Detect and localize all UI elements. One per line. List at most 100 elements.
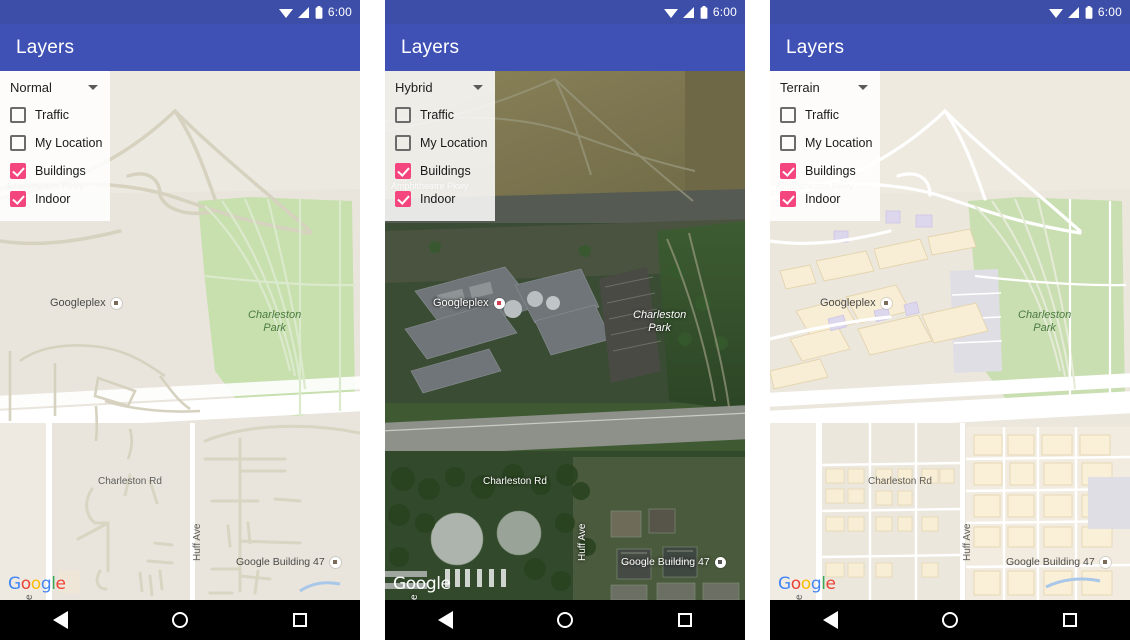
- status-bar-terrain: 6:00: [770, 0, 1130, 24]
- checkbox-indoor[interactable]: [780, 191, 796, 207]
- checkbox-label-my-location: My Location: [420, 136, 488, 150]
- android-nav-bar-hybrid[interactable]: [385, 600, 745, 640]
- app-bar-title-terrain: Layers: [786, 36, 845, 58]
- checkbox-indoor[interactable]: [395, 191, 411, 207]
- app-bar-normal: Layers: [0, 24, 360, 71]
- map-type-spinner-value: Terrain: [780, 80, 820, 95]
- layers-panel-hybrid[interactable]: Hybrid Traffic My Location Buildings Ind…: [385, 71, 495, 221]
- checkbox-traffic[interactable]: [780, 107, 796, 123]
- checkbox-label-my-location: My Location: [35, 136, 103, 150]
- checkbox-label-traffic: Traffic: [35, 108, 70, 122]
- chevron-down-icon: [88, 85, 98, 90]
- layers-panel-normal[interactable]: Normal Traffic My Location Buildings Ind…: [0, 71, 110, 221]
- checkbox-row-traffic[interactable]: Traffic: [770, 101, 880, 129]
- checkbox-label-traffic: Traffic: [805, 108, 840, 122]
- map-type-spinner-value: Normal: [10, 80, 52, 95]
- home-circle-icon: [942, 612, 958, 628]
- google-logo-letter-o2: o: [30, 574, 41, 594]
- status-bar-normal: 6:00: [0, 0, 360, 24]
- panel-gap-2: [745, 0, 770, 640]
- app-bar-hybrid: Layers: [385, 24, 745, 71]
- wifi-icon: [663, 7, 678, 18]
- google-logo-letter-o1: o: [20, 574, 31, 594]
- nav-home-button[interactable]: [150, 600, 210, 640]
- google-logo-letter-e: e: [55, 574, 66, 594]
- three-phone-screenshot-strip: Googleplex Charleston Park Charleston Rd…: [0, 0, 1130, 640]
- checkbox-my-location[interactable]: [10, 135, 26, 151]
- recents-square-icon: [293, 613, 307, 627]
- battery-icon: [315, 5, 323, 19]
- back-triangle-icon: [437, 611, 453, 629]
- checkbox-indoor[interactable]: [10, 191, 26, 207]
- checkbox-row-buildings[interactable]: Buildings: [385, 157, 495, 185]
- checkbox-row-traffic[interactable]: Traffic: [0, 101, 110, 129]
- status-bar-clock: 6:00: [712, 5, 737, 19]
- android-nav-bar-normal[interactable]: [0, 600, 360, 640]
- checkbox-row-buildings[interactable]: Buildings: [770, 157, 880, 185]
- status-bar-clock: 6:00: [327, 5, 352, 19]
- checkbox-my-location[interactable]: [780, 135, 796, 151]
- battery-icon: [700, 5, 708, 19]
- phone-panel-terrain: Googleplex Charleston Park Charleston Rd…: [770, 0, 1130, 640]
- google-logo-letter-g2: g: [810, 574, 822, 594]
- wifi-icon: [278, 7, 293, 18]
- android-nav-bar-terrain[interactable]: [770, 600, 1130, 640]
- checkbox-my-location[interactable]: [395, 135, 411, 151]
- checkbox-traffic[interactable]: [10, 107, 26, 123]
- checkbox-label-indoor: Indoor: [805, 192, 841, 206]
- checkbox-row-traffic[interactable]: Traffic: [385, 101, 495, 129]
- signal-icon: [297, 6, 310, 18]
- panel-gap-1: [360, 0, 385, 640]
- nav-recents-button[interactable]: [270, 600, 330, 640]
- recents-square-icon: [678, 613, 692, 627]
- home-circle-icon: [172, 612, 188, 628]
- map-type-spinner-hybrid[interactable]: Hybrid: [385, 77, 495, 101]
- checkbox-label-traffic: Traffic: [420, 108, 455, 122]
- chevron-down-icon: [473, 85, 483, 90]
- map-type-spinner-terrain[interactable]: Terrain: [770, 77, 880, 101]
- back-triangle-icon: [822, 611, 838, 629]
- checkbox-row-my-location[interactable]: My Location: [770, 129, 880, 157]
- nav-recents-button[interactable]: [1040, 600, 1100, 640]
- google-logo-letter-e: e: [825, 574, 836, 594]
- google-logo-letter-o1: o: [790, 574, 801, 594]
- status-bar-hybrid: 6:00: [385, 0, 745, 24]
- checkbox-row-indoor[interactable]: Indoor: [770, 185, 880, 213]
- signal-icon: [1067, 6, 1080, 18]
- checkbox-label-buildings: Buildings: [420, 164, 471, 178]
- checkbox-row-indoor[interactable]: Indoor: [385, 185, 495, 213]
- google-logo-normal[interactable]: Google: [8, 574, 66, 594]
- checkbox-buildings[interactable]: [780, 163, 796, 179]
- checkbox-traffic[interactable]: [395, 107, 411, 123]
- status-bar-clock: 6:00: [1097, 5, 1122, 19]
- checkbox-row-my-location[interactable]: My Location: [0, 129, 110, 157]
- google-logo-letter-o2: o: [800, 574, 811, 594]
- nav-home-button[interactable]: [920, 600, 980, 640]
- app-bar-terrain: Layers: [770, 24, 1130, 71]
- checkbox-buildings[interactable]: [10, 163, 26, 179]
- google-logo-terrain[interactable]: Google: [778, 574, 836, 594]
- checkbox-row-my-location[interactable]: My Location: [385, 129, 495, 157]
- google-logo-letter-g2: g: [425, 574, 437, 594]
- google-logo-hybrid[interactable]: Google: [393, 574, 451, 594]
- checkbox-label-indoor: Indoor: [35, 192, 71, 206]
- nav-back-button[interactable]: [415, 600, 475, 640]
- phone-panel-hybrid: Googleplex Charleston Park Charleston Rd…: [385, 0, 745, 640]
- google-logo-letter-g: G: [8, 574, 21, 594]
- checkbox-label-my-location: My Location: [805, 136, 873, 150]
- nav-back-button[interactable]: [30, 600, 90, 640]
- nav-back-button[interactable]: [800, 600, 860, 640]
- nav-home-button[interactable]: [535, 600, 595, 640]
- layers-panel-terrain[interactable]: Terrain Traffic My Location Buildings In…: [770, 71, 880, 221]
- app-bar-title-hybrid: Layers: [401, 36, 460, 58]
- checkbox-buildings[interactable]: [395, 163, 411, 179]
- checkbox-label-indoor: Indoor: [420, 192, 456, 206]
- app-bar-title-normal: Layers: [16, 36, 75, 58]
- map-type-spinner-normal[interactable]: Normal: [0, 77, 110, 101]
- checkbox-row-indoor[interactable]: Indoor: [0, 185, 110, 213]
- battery-icon: [1085, 5, 1093, 19]
- google-logo-letter-g2: g: [40, 574, 52, 594]
- google-logo-letter-o1: o: [405, 574, 416, 594]
- nav-recents-button[interactable]: [655, 600, 715, 640]
- checkbox-row-buildings[interactable]: Buildings: [0, 157, 110, 185]
